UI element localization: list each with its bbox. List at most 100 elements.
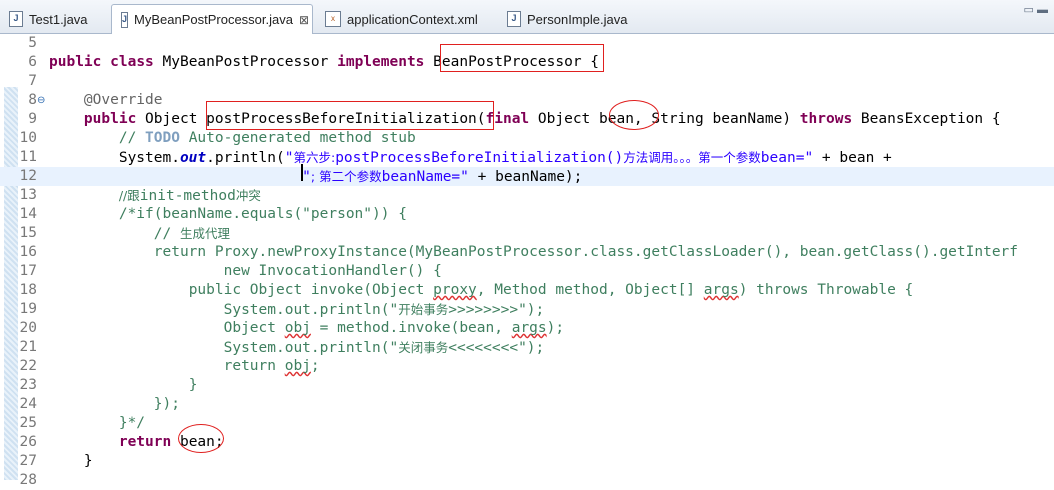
code-text: "; 第二个参数beanName=" + beanName);	[49, 167, 582, 187]
code-token: 关闭事务	[398, 340, 449, 355]
line-number: 28	[19, 472, 37, 488]
code-token: postProcessBeforeInitialization()	[335, 150, 624, 166]
code-token: return	[118, 434, 172, 450]
code-text: // 生成代理	[49, 224, 230, 244]
code-line[interactable]: 13 //跟init-method冲突	[0, 186, 1054, 205]
code-line[interactable]: 10 // TODO Auto-generated method stub	[0, 129, 1054, 148]
code-token: );	[546, 320, 565, 336]
code-token: .println(	[206, 150, 285, 166]
line-number: 8	[28, 92, 37, 108]
code-line[interactable]: 20 Object obj = method.invoke(bean, args…	[0, 319, 1054, 338]
code-line[interactable]: 26 return bean;	[0, 433, 1054, 452]
code-line[interactable]: 16 return Proxy.newProxyInstance(MyBeanP…	[0, 243, 1054, 262]
code-token: TODO	[145, 130, 180, 146]
line-number: 27	[19, 453, 37, 469]
highlight-oval-bean-param	[609, 100, 659, 130]
tab-test1[interactable]: J Test1.java	[0, 6, 106, 32]
code-token: <<<<<<<<");	[448, 340, 545, 356]
code-token: //跟	[118, 188, 140, 203]
code-token: public	[49, 54, 102, 70]
code-line[interactable]: 27 }	[0, 452, 1054, 471]
code-token: System.	[49, 150, 180, 166]
code-line[interactable]: 14 /*if(beanName.equals("person")) {	[0, 205, 1054, 224]
code-token: public	[83, 111, 137, 127]
line-number: 24	[19, 396, 37, 412]
code-token: ;	[310, 358, 320, 374]
code-line[interactable]: 18 public Object invoke(Object proxy, Me…	[0, 281, 1054, 300]
line-number: 6	[28, 54, 37, 70]
code-token: + beanName);	[468, 169, 583, 185]
tab-applicationcontext[interactable]: x applicationContext.xml	[316, 6, 496, 32]
code-line[interactable]: 25 }*/	[0, 414, 1054, 433]
code-token: proxy	[433, 282, 477, 298]
code-token: 第六步:	[293, 150, 336, 165]
code-line[interactable]: 9 public Object postProcessBeforeInitial…	[0, 110, 1054, 129]
editor-tab-bar: J Test1.java J MyBeanPostProcessor.java …	[0, 0, 1054, 34]
code-text: System.out.println("关闭事务<<<<<<<<");	[49, 338, 545, 358]
java-file-icon: J	[9, 11, 23, 27]
code-text: Object obj = method.invoke(bean, args);	[49, 319, 565, 338]
tab-label: applicationContext.xml	[347, 11, 478, 27]
close-tab-icon[interactable]: ⊠	[299, 13, 309, 27]
line-number: 9	[28, 111, 37, 127]
tab-mybeanpostprocessor[interactable]: J MyBeanPostProcessor.java ⊠	[111, 4, 313, 34]
line-number: 26	[19, 434, 37, 450]
code-token: Object bean, String beanName)	[529, 111, 800, 127]
code-line[interactable]: 22 return obj;	[0, 357, 1054, 376]
code-line[interactable]: 11 System.out.println("第六步:postProcessBe…	[0, 148, 1054, 167]
line-number: 14	[19, 206, 37, 222]
code-line[interactable]: 19 System.out.println("开始事务>>>>>>>>");	[0, 300, 1054, 319]
tab-label: Test1.java	[29, 11, 88, 27]
code-text: return obj;	[49, 357, 320, 376]
code-token: ; 第二个参数	[310, 169, 382, 184]
code-token: 方法调用。。。第一个参数	[623, 150, 761, 165]
code-line[interactable]: 17 new InvocationHandler() {	[0, 262, 1054, 281]
code-line[interactable]: 24 });	[0, 395, 1054, 414]
code-token: , Method method, Object[]	[476, 282, 704, 298]
code-line[interactable]: 28	[0, 471, 1054, 490]
code-line[interactable]: 12 "; 第二个参数beanName=" + beanName);	[0, 167, 1054, 186]
code-token: obj	[284, 320, 311, 336]
tab-personimple[interactable]: J PersonImple.java	[498, 6, 638, 32]
code-line[interactable]: 23 }	[0, 376, 1054, 395]
fold-toggle-icon[interactable]: ⊖	[37, 91, 45, 110]
code-text: System.out.println("第六步:postProcessBefor…	[49, 148, 892, 168]
minimize-maximize-icon[interactable]: ▭ ▬	[1024, 3, 1048, 16]
code-line[interactable]: 21 System.out.println("关闭事务<<<<<<<<");	[0, 338, 1054, 357]
highlight-oval-return-bean	[178, 424, 224, 453]
line-number: 7	[28, 73, 37, 89]
code-text: // TODO Auto-generated method stub	[49, 129, 416, 148]
code-token: >>>>>>>>");	[448, 302, 545, 318]
code-text: }	[49, 452, 93, 471]
code-token: throws	[799, 111, 853, 127]
code-token: new InvocationHandler() {	[223, 263, 442, 279]
line-number: 19	[19, 301, 37, 317]
code-token: }	[188, 377, 198, 393]
code-text: }	[49, 376, 198, 395]
code-token: 生成代理	[179, 226, 230, 241]
tab-label: MyBeanPostProcessor.java	[134, 12, 293, 27]
code-token: return Proxy.newProxyInstance(MyBeanPost…	[153, 244, 1019, 260]
code-token: public Object invoke(Object	[188, 282, 434, 298]
highlight-box-method-name	[206, 101, 494, 130]
code-token: beanName="	[381, 169, 469, 185]
code-line[interactable]: 8 ⊖ @Override	[0, 91, 1054, 110]
code-line[interactable]: 15 // 生成代理	[0, 224, 1054, 243]
text-caret	[301, 164, 303, 181]
code-token: return	[223, 358, 285, 374]
code-token: Auto-generated method stub	[179, 130, 416, 146]
code-editor[interactable]: 5 6 public class MyBeanPostProcessor imple…	[0, 34, 1054, 488]
java-file-icon: J	[121, 11, 129, 28]
code-line[interactable]: 7	[0, 72, 1054, 91]
code-token: System.out.println("	[223, 340, 399, 356]
